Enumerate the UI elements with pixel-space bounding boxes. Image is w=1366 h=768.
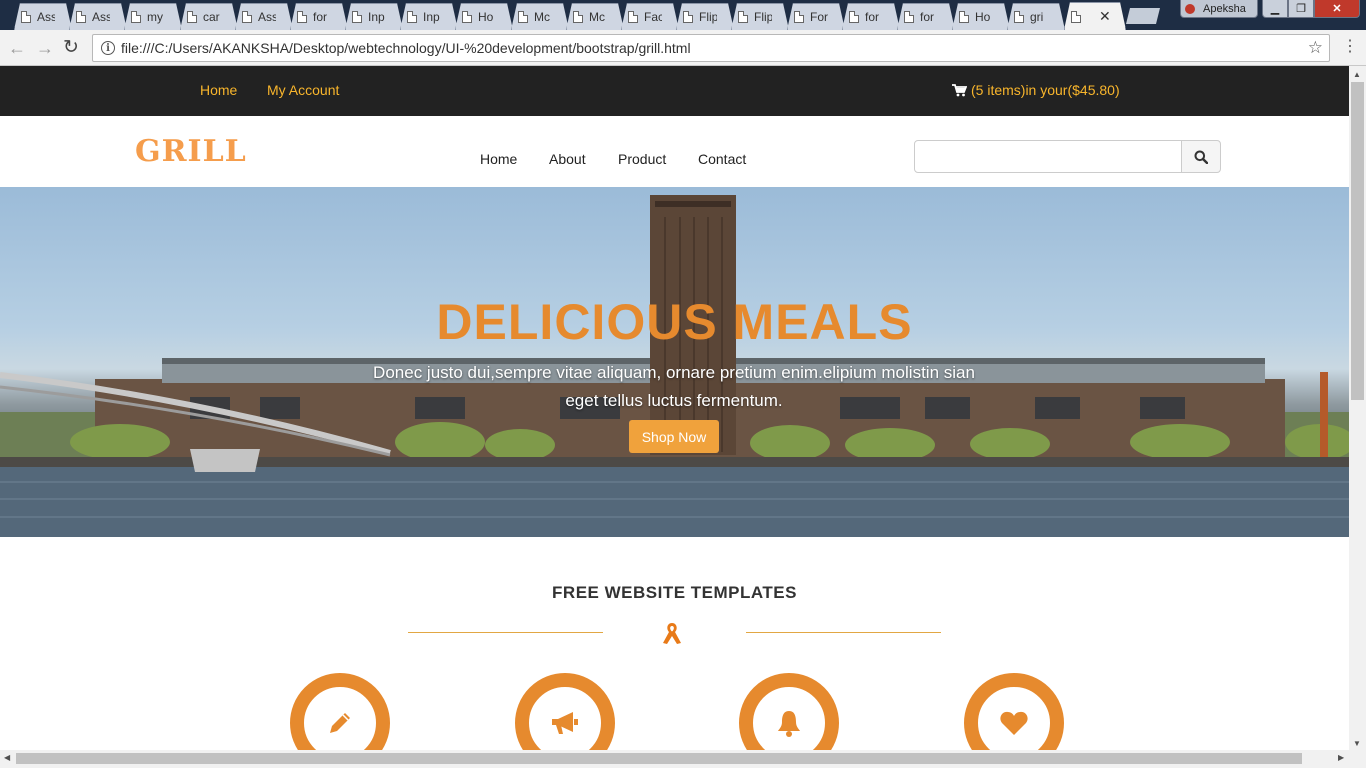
info-icon[interactable]: i (101, 41, 115, 55)
divider-line (408, 632, 603, 633)
top-home-link[interactable]: Home (200, 82, 237, 98)
back-arrow-icon[interactable]: ← (8, 38, 26, 58)
document-icon (1014, 11, 1024, 23)
section-title: FREE WEBSITE TEMPLATES (552, 583, 797, 602)
document-icon (407, 11, 417, 23)
bell-icon (778, 711, 800, 737)
forward-arrow-icon[interactable]: → (36, 38, 54, 58)
browser-profile-button[interactable]: Apeksha (1180, 0, 1258, 18)
browser-tab[interactable]: Ass (14, 3, 72, 30)
document-icon (187, 11, 197, 23)
nav-about[interactable]: About (549, 151, 586, 167)
browser-tab[interactable]: For (787, 3, 845, 30)
horizontal-scrollbar[interactable]: ◀ ▶ (0, 750, 1366, 768)
feature-circle-bullhorn[interactable] (515, 673, 615, 750)
hero-subtitle-line: Donec justo dui,sempre vitae aliquam, or… (373, 363, 975, 382)
minimize-button[interactable]: ▁ (1262, 0, 1288, 18)
browser-tab[interactable]: car (180, 3, 238, 30)
document-icon (297, 11, 307, 23)
nav-contact[interactable]: Contact (698, 151, 746, 167)
cart-link[interactable]: (5 items)in your($45.80) (952, 82, 1120, 98)
document-icon (904, 11, 914, 23)
search-icon (1194, 150, 1208, 164)
feature-circle-heart[interactable] (964, 673, 1064, 750)
my-account-link[interactable]: My Account (267, 82, 339, 98)
document-icon (849, 11, 859, 23)
browser-tab[interactable]: for (290, 3, 348, 30)
nav-product[interactable]: Product (618, 151, 666, 167)
site-header: GRILL Home About Product Contact (0, 116, 1349, 187)
address-bar[interactable]: i file:///C:/Users/AKANKSHA/Desktop/webt… (92, 34, 1330, 62)
browser-tab-active[interactable]: ✕ (1064, 2, 1126, 30)
maximize-button[interactable]: ❐ (1288, 0, 1314, 18)
browser-tab[interactable]: Flip (676, 3, 734, 30)
scrollbar-thumb[interactable] (16, 753, 1302, 764)
bullhorn-icon (552, 712, 578, 734)
profile-icon (1185, 3, 1195, 14)
search-input[interactable] (914, 140, 1182, 173)
browser-tab[interactable]: Ho (952, 3, 1010, 30)
browser-tab[interactable]: my (124, 3, 182, 30)
scroll-down-icon[interactable]: ▼ (1353, 739, 1361, 748)
cart-summary: (5 items)in your($45.80) (971, 82, 1120, 98)
browser-tab[interactable]: for (842, 3, 900, 30)
divider-line (746, 632, 941, 633)
scroll-right-icon[interactable]: ▶ (1338, 753, 1344, 762)
url-text[interactable]: file:///C:/Users/AKANKSHA/Desktop/webtec… (121, 40, 691, 56)
document-icon (738, 11, 748, 23)
heart-icon (1000, 711, 1028, 735)
document-icon (518, 11, 528, 23)
browser-toolbar: ← → ↻ i file:///C:/Users/AKANKSHA/Deskto… (0, 30, 1366, 66)
scroll-left-icon[interactable]: ◀ (4, 753, 10, 762)
document-icon (1071, 11, 1081, 23)
ribbon-icon (663, 623, 681, 644)
nav-home[interactable]: Home (480, 151, 517, 167)
browser-tab[interactable]: Inp (345, 3, 403, 30)
document-icon (242, 11, 252, 23)
browser-tabstrip: Ass Ass my car Ass for Inp Inp Ho Mc Mc … (0, 0, 1366, 30)
hero-subtitle-line: eget tellus luctus fermentum. (565, 391, 783, 410)
scrollbar-thumb[interactable] (1351, 82, 1364, 400)
feature-circle-bell[interactable] (739, 673, 839, 750)
page-viewport: Home My Account (5 items)in your($45.80)… (0, 66, 1349, 750)
document-icon (352, 11, 362, 23)
document-icon (21, 11, 31, 23)
browser-tab[interactable]: Ass (235, 3, 293, 30)
close-tab-icon[interactable]: ✕ (1099, 8, 1111, 25)
hero-subtitle: Donec justo dui,sempre vitae aliquam, or… (324, 359, 1024, 415)
pencil-icon (330, 713, 350, 733)
browser-tab[interactable]: for (897, 3, 955, 30)
browser-menu-icon[interactable]: ⋮ (1342, 37, 1358, 57)
hero-banner: DELICIOUS MEALS Donec justo dui,sempre v… (0, 187, 1349, 537)
document-icon (628, 11, 638, 23)
scroll-up-icon[interactable]: ▲ (1353, 70, 1361, 79)
document-icon (794, 11, 804, 23)
hero-title: DELICIOUS MEALS (436, 294, 913, 350)
browser-tab[interactable]: Mc (511, 3, 569, 30)
browser-tab[interactable]: Ho (455, 3, 513, 30)
document-icon (76, 11, 86, 23)
document-icon (959, 11, 969, 23)
document-icon (683, 11, 693, 23)
shopping-cart-icon (952, 83, 967, 96)
browser-tab[interactable]: gri (1007, 3, 1065, 30)
new-tab-button[interactable] (1126, 8, 1160, 24)
document-icon (573, 11, 583, 23)
search-button[interactable] (1181, 140, 1221, 173)
document-icon (462, 11, 472, 23)
vertical-scrollbar[interactable]: ▲ ▼ (1349, 66, 1366, 750)
top-bar: Home My Account (5 items)in your($45.80) (0, 66, 1349, 116)
browser-tab[interactable]: Mc (566, 3, 624, 30)
reload-icon[interactable]: ↻ (63, 38, 79, 58)
window-close-button[interactable]: ✕ (1314, 0, 1360, 18)
shop-now-button[interactable]: Shop Now (629, 420, 719, 453)
browser-tab[interactable]: Flip (731, 3, 789, 30)
document-icon (131, 11, 141, 23)
browser-tab[interactable]: Fac (621, 3, 679, 30)
site-logo[interactable]: GRILL (135, 134, 247, 169)
bookmark-star-icon[interactable]: ☆ (1308, 38, 1323, 58)
feature-circle-pencil[interactable] (290, 673, 390, 750)
browser-tab[interactable]: Ass (69, 3, 127, 30)
browser-tab[interactable]: Inp (400, 3, 458, 30)
